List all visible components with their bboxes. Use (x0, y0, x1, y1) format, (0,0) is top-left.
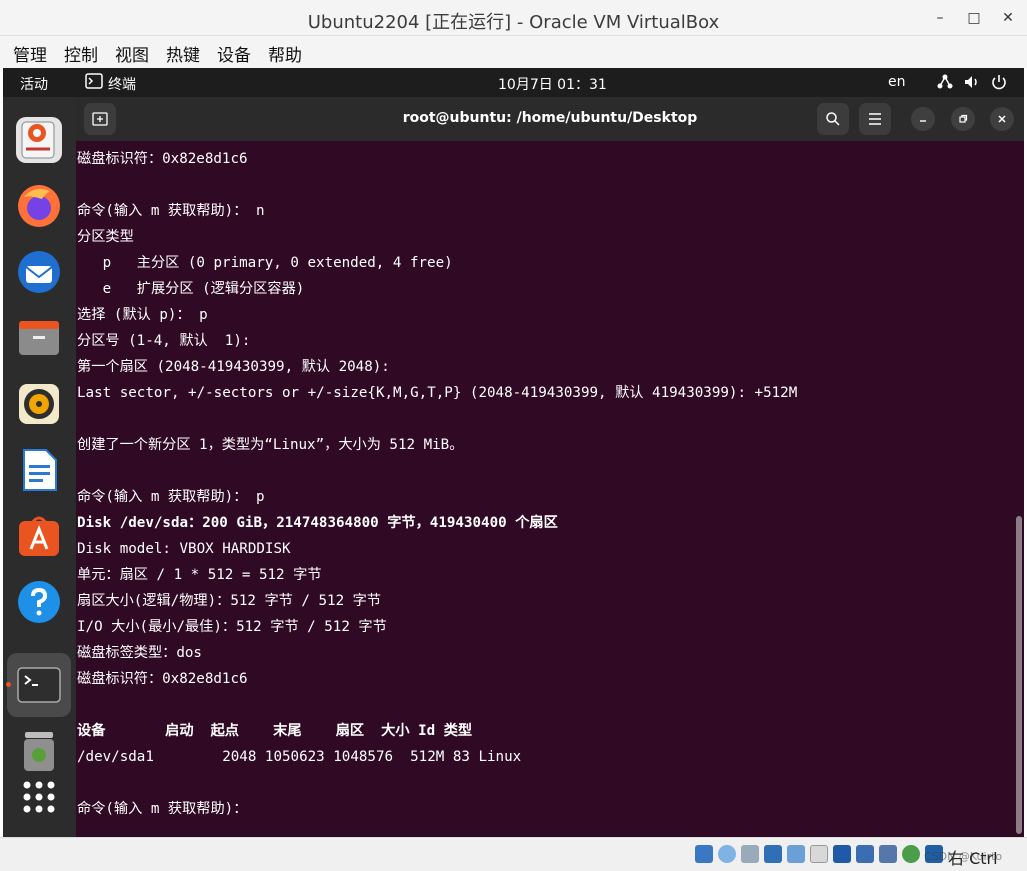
terminal-line: Last sector, +/-sectors or +/-size{K,M,G… (77, 385, 798, 401)
activities-button[interactable]: 活动 (20, 74, 48, 94)
libreoffice-writer-icon[interactable] (16, 447, 62, 493)
shared-folders-icon[interactable] (810, 845, 828, 863)
firefox-icon[interactable] (16, 183, 62, 229)
help-icon[interactable] (16, 579, 62, 625)
gnome-top-bar: 活动 终端 10月7日 01：31 en (3, 68, 1024, 97)
keyboard-language[interactable]: en (888, 74, 906, 90)
terminal-minimize-button[interactable] (911, 107, 935, 131)
virtualbox-menubar: 管理 控制 视图 热键 设备 帮助 (0, 36, 1027, 68)
terminal-line: Disk model: VBOX HARDDISK (77, 541, 291, 557)
search-icon (826, 112, 840, 126)
ubuntu-software-icon[interactable] (16, 117, 62, 163)
close-button[interactable]: ✕ (996, 6, 1020, 30)
terminal-close-button[interactable] (990, 107, 1014, 131)
terminal-line: I/O 大小(最小/最佳)：512 字节 / 512 字节 (77, 619, 387, 635)
terminal-line: 磁盘标识符：0x82e8d1c6 (77, 151, 248, 167)
audio-icon[interactable] (741, 845, 759, 863)
terminal-line: p 主分区 (0 primary, 0 extended, 4 free) (77, 255, 453, 271)
virtualbox-statusbar: 右 Ctrl CSDN @Kuirto (0, 837, 1027, 871)
running-indicator (6, 682, 11, 687)
terminal-line: Disk /dev/sda：200 GiB，214748364800 字节，41… (77, 515, 558, 531)
menu-view[interactable]: 视图 (115, 41, 149, 66)
vt-x-icon[interactable] (879, 845, 897, 863)
menu-hotkeys[interactable]: 热键 (166, 41, 200, 66)
terminal-line: 命令(输入 m 获取帮助)： p (77, 489, 265, 505)
terminal-scrollbar[interactable] (1016, 516, 1022, 834)
terminal-line: 命令(输入 m 获取帮助)： (77, 801, 248, 817)
files-icon[interactable] (16, 315, 62, 361)
volume-icon[interactable] (963, 73, 981, 95)
rhythmbox-icon[interactable] (16, 381, 62, 427)
app-center-icon[interactable] (16, 513, 62, 559)
menu-icon (869, 113, 881, 125)
watermark: CSDN @Kuirto (924, 850, 1003, 863)
terminal-line: 扇区大小(逻辑/物理)：512 字节 / 512 字节 (77, 593, 382, 609)
terminal-line: 磁盘标识符：0x82e8d1c6 (77, 671, 248, 687)
terminal-line: 设备 启动 起点 末尾 扇区 大小 Id 类型 (77, 723, 473, 739)
trash-icon[interactable] (16, 728, 62, 774)
terminal-line: 分区类型 (77, 229, 134, 245)
app-menu-label[interactable]: 终端 (108, 74, 136, 94)
terminal-text: 磁盘标识符：0x82e8d1c6 命令(输入 m 获取帮助)： n 分区类型 p 主… (77, 146, 797, 822)
minimize-button[interactable]: – (928, 6, 952, 30)
terminal-line: 分区号 (1-4, 默认 1): (77, 333, 251, 349)
menu-help[interactable]: 帮助 (268, 41, 302, 66)
terminal-restore-button[interactable] (951, 107, 975, 131)
terminal-line: 第一个扇区 (2048-419430399, 默认 2048): (77, 359, 390, 375)
optical-drive-icon[interactable] (718, 845, 736, 863)
usb-icon[interactable] (787, 845, 805, 863)
maximize-button[interactable]: □ (962, 6, 986, 30)
virtualbox-titlebar: Ubuntu2204 [正在运行] - Oracle VM VirtualBox… (0, 0, 1027, 36)
window-title: Ubuntu2204 [正在运行] - Oracle VM VirtualBox (307, 12, 720, 33)
mouse-integration-icon[interactable] (902, 845, 920, 863)
terminal-headerbar: root@ubuntu: /home/ubuntu/Desktop (76, 97, 1024, 141)
recording-icon[interactable] (856, 845, 874, 863)
terminal-line: /dev/sda1 2048 1050623 1048576 512M 83 L… (77, 749, 522, 765)
terminal-line: e 扩展分区 (逻辑分区容器) (77, 281, 305, 297)
menu-devices[interactable]: 设备 (217, 41, 251, 66)
show-apps-icon[interactable] (16, 775, 62, 821)
terminal-line: 单元：扇区 / 1 * 512 = 512 字节 (77, 567, 322, 583)
terminal-line: 命令(输入 m 获取帮助)： n (77, 203, 265, 219)
thunderbird-icon[interactable] (16, 249, 62, 295)
terminal-line: 磁盘标签类型：dos (77, 645, 202, 661)
network-icon[interactable] (936, 73, 954, 95)
ubuntu-dock (3, 97, 76, 837)
power-icon[interactable] (990, 73, 1008, 95)
terminal-line: 创建了一个新分区 1，类型为“Linux”，大小为 512 MiB。 (77, 437, 464, 453)
network-adapter-icon[interactable] (764, 845, 782, 863)
terminal-icon (85, 73, 103, 93)
clock[interactable]: 10月7日 01：31 (498, 74, 607, 94)
search-button[interactable] (817, 103, 849, 135)
terminal-line: 选择 (默认 p)： p (77, 307, 208, 323)
display-icon[interactable] (833, 845, 851, 863)
menu-control[interactable]: 控制 (64, 41, 98, 66)
hamburger-menu-button[interactable] (859, 103, 891, 135)
menu-manage[interactable]: 管理 (13, 41, 47, 66)
hard-disk-icon[interactable] (695, 845, 713, 863)
terminal-output[interactable]: 磁盘标识符：0x82e8d1c6 命令(输入 m 获取帮助)： n 分区类型 p 主… (76, 141, 1024, 837)
terminal-icon[interactable] (16, 662, 62, 708)
